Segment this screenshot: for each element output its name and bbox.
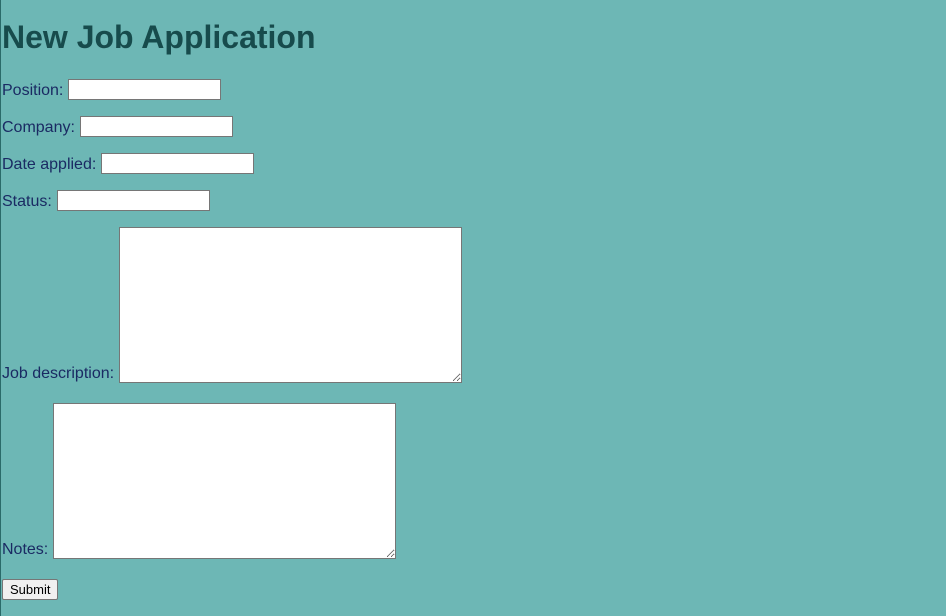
notes-row: Notes:: [2, 403, 397, 559]
status-label: Status:: [2, 193, 52, 210]
notes-label: Notes:: [2, 541, 49, 558]
job-description-label: Job description:: [2, 365, 115, 382]
date-applied-input[interactable]: [101, 153, 255, 174]
company-input[interactable]: [79, 116, 233, 137]
status-row: Status:: [2, 190, 210, 211]
job-description-row: Job description:: [2, 227, 463, 383]
position-label: Position:: [2, 82, 64, 99]
date-applied-row: Date applied:: [2, 153, 255, 174]
date-applied-label: Date applied:: [2, 156, 97, 173]
notes-textarea[interactable]: [53, 403, 397, 559]
submit-button[interactable]: Submit: [2, 579, 59, 600]
page-title: New Job Application: [2, 19, 316, 55]
position-row: Position:: [2, 79, 222, 100]
company-row: Company:: [2, 116, 233, 137]
position-input[interactable]: [68, 79, 222, 100]
company-label: Company:: [2, 119, 75, 136]
job-description-textarea[interactable]: [119, 227, 463, 383]
status-input[interactable]: [56, 190, 210, 211]
